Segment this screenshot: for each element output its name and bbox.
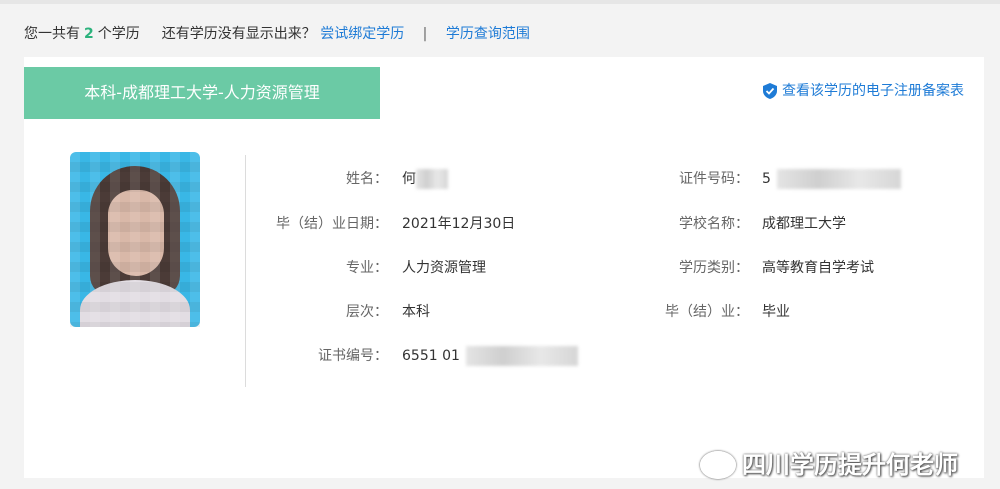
redacted-block xyxy=(776,169,901,189)
degree-summary: 您一共有 2 个学历 还有学历没有显示出来？ 尝试绑定学历 | 学历查询范围 xyxy=(24,24,530,44)
degree-count: 2 xyxy=(84,26,94,42)
level-label: 层次： xyxy=(346,304,388,320)
graduation-date-label: 毕（结）业日期： xyxy=(276,216,388,232)
query-scope-link[interactable]: 学历查询范围 xyxy=(446,26,530,42)
major-label: 专业： xyxy=(346,260,388,276)
not-shown-text: 还有学历没有显示出来？ xyxy=(161,26,316,42)
level-value: 本科 xyxy=(402,304,430,320)
degree-category-value: 高等教育自学考试 xyxy=(762,260,874,276)
graduation-status-label: 毕（结）业： xyxy=(665,304,749,320)
school-name-label: 学校名称： xyxy=(679,216,749,232)
name-value: 何 xyxy=(402,169,448,189)
id-number-text: 5 xyxy=(762,171,771,187)
id-number-value: 5 xyxy=(762,169,901,189)
student-photo xyxy=(70,152,200,327)
verify-label: 查看该学历的电子注册备案表 xyxy=(782,83,964,99)
top-border xyxy=(0,0,1000,4)
certificate-number-value: 6551 01 xyxy=(402,346,578,366)
name-label: 姓名： xyxy=(346,171,388,187)
redacted-block xyxy=(416,169,448,189)
degree-card: 本科-成都理工大学-人力资源管理 查看该学历的电子注册备案表 姓名： 何 毕（结… xyxy=(24,57,984,478)
verify-record-link[interactable]: 查看该学历的电子注册备案表 xyxy=(763,81,964,101)
redacted-block xyxy=(465,346,578,366)
summary-prefix: 您一共有 xyxy=(24,26,80,42)
bind-degree-link[interactable]: 尝试绑定学历 xyxy=(320,26,404,42)
watermark-text: 四川学历提升何老师 xyxy=(742,451,958,479)
id-number-label: 证件号码： xyxy=(679,171,749,187)
shield-check-icon xyxy=(763,83,777,99)
weibo-logo-icon xyxy=(700,451,736,479)
major-value: 人力资源管理 xyxy=(402,260,486,276)
degree-category-label: 学历类别： xyxy=(679,260,749,276)
graduation-date-value: 2021年12月30日 xyxy=(402,216,516,232)
school-name-value: 成都理工大学 xyxy=(762,216,846,232)
degree-tab[interactable]: 本科-成都理工大学-人力资源管理 xyxy=(24,67,380,119)
link-separator: | xyxy=(422,26,428,42)
vertical-divider xyxy=(245,155,246,387)
certificate-number-text: 6551 01 xyxy=(402,348,460,364)
graduation-status-value: 毕业 xyxy=(762,304,790,320)
certificate-number-label: 证书编号： xyxy=(318,348,388,364)
weibo-watermark: 四川学历提升何老师 xyxy=(700,448,990,482)
name-text: 何 xyxy=(402,171,416,187)
summary-suffix: 个学历 xyxy=(97,26,140,42)
